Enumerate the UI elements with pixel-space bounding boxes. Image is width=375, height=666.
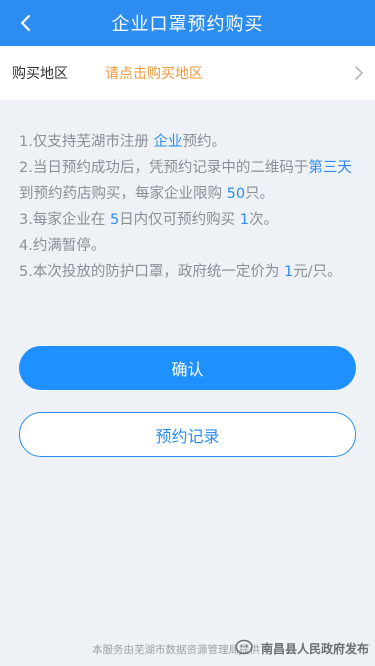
confirm-button[interactable]: 确认: [19, 346, 356, 390]
watermark: 南昌县人民政府发布: [235, 639, 369, 657]
footer: 本服务由芜湖市数据资源管理局提供 南昌县人民政府发布: [0, 636, 375, 666]
purchase-region-selector[interactable]: 购买地区 请点击购买地区: [0, 46, 375, 100]
app-header: 企业口罩预约购买: [0, 0, 375, 46]
region-placeholder: 请点击购买地区: [105, 66, 203, 82]
chevron-left-icon: [20, 14, 31, 32]
chevron-right-icon: [355, 66, 363, 80]
back-button[interactable]: [14, 11, 36, 35]
notice-item-2: 2.当日预约成功后，凭预约记录中的二维码于第三天到预约药店购买，每家企业限购 5…: [19, 160, 352, 202]
notice-list: 1.仅支持芜湖市注册 企业预约。 2.当日预约成功后，凭预约记录中的二维码于第三…: [19, 125, 357, 285]
notice-item-5: 5.本次投放的防护口罩，政府统一定价为 1元/只。: [19, 264, 342, 280]
notice-item-4: 4.约满暂停。: [19, 238, 106, 254]
page-title: 企业口罩预约购买: [111, 14, 264, 35]
reservation-records-button[interactable]: 预约记录: [19, 412, 356, 457]
notice-item-1: 1.仅支持芜湖市注册 企业预约。: [19, 134, 226, 150]
wechat-logo-icon: [235, 639, 253, 655]
watermark-text: 南昌县人民政府发布: [260, 641, 369, 656]
notice-item-3: 3.每家企业在 5日内仅可预约购买 1次。: [19, 212, 279, 228]
region-label: 购买地区: [12, 66, 68, 82]
